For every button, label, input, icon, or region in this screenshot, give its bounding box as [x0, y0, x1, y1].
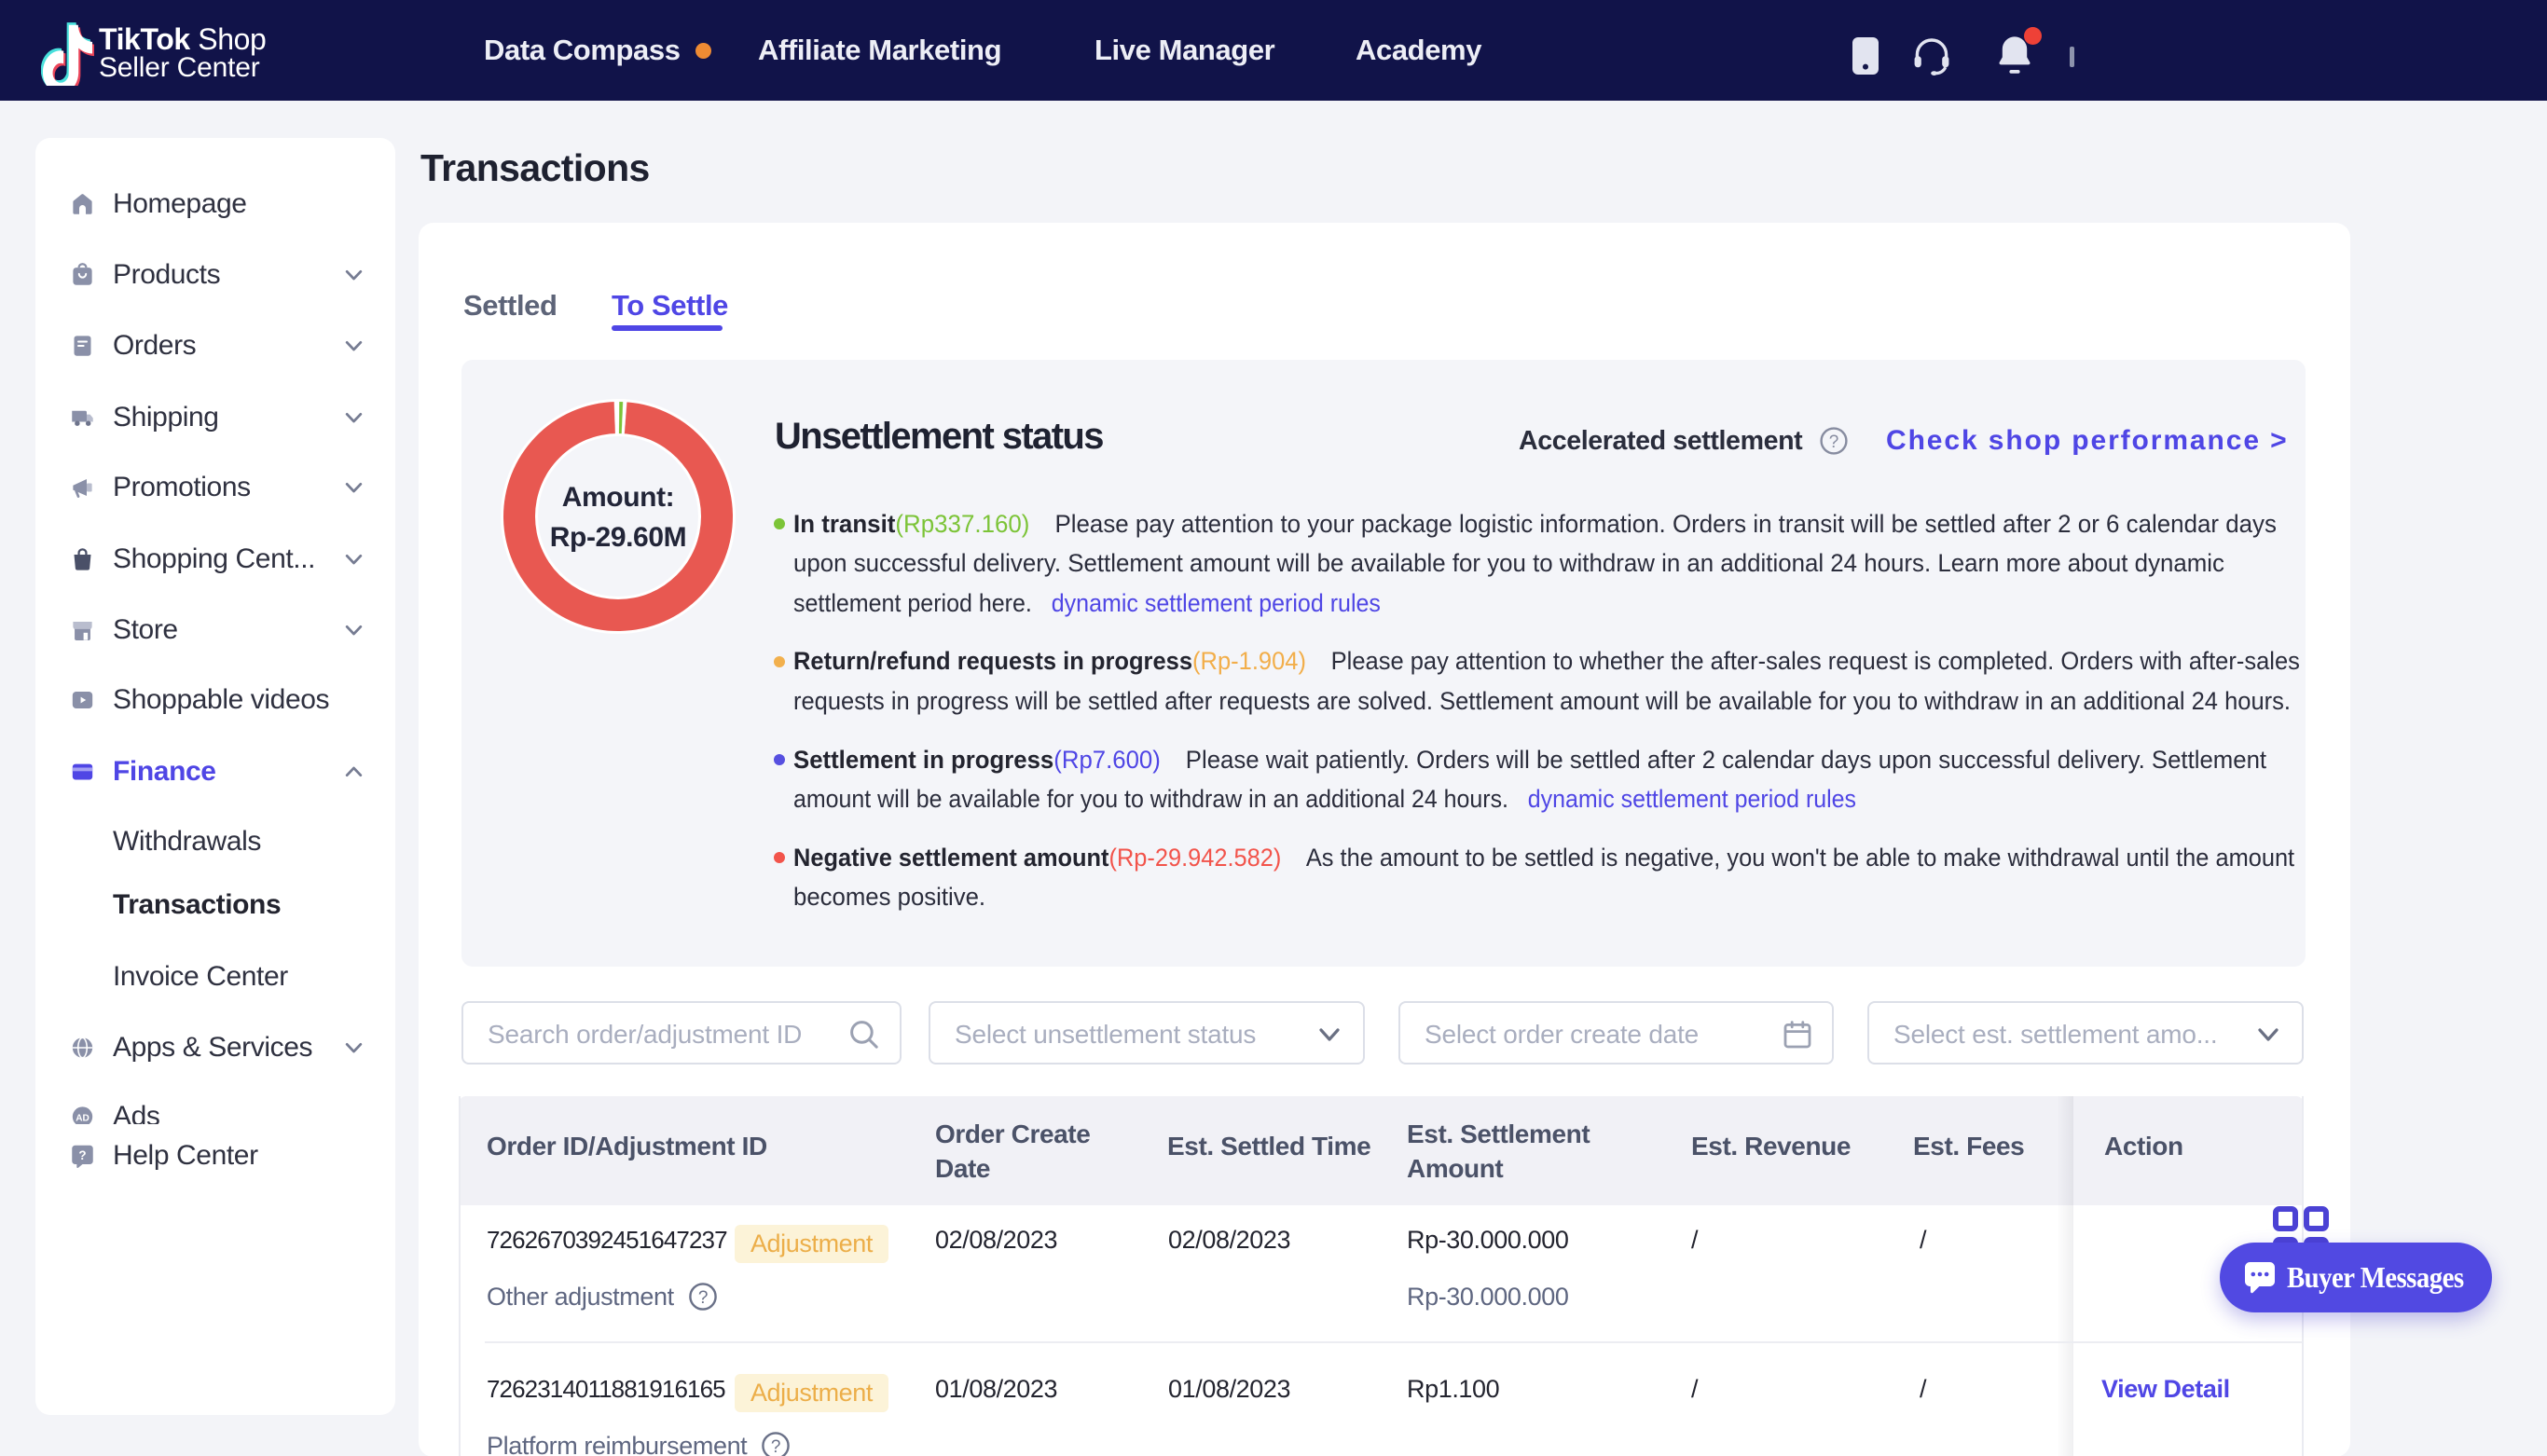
svg-text:?: ?	[771, 1437, 780, 1456]
svg-text:?: ?	[78, 1148, 86, 1162]
svg-text:?: ?	[1829, 433, 1839, 452]
svg-text:?: ?	[698, 1288, 708, 1308]
